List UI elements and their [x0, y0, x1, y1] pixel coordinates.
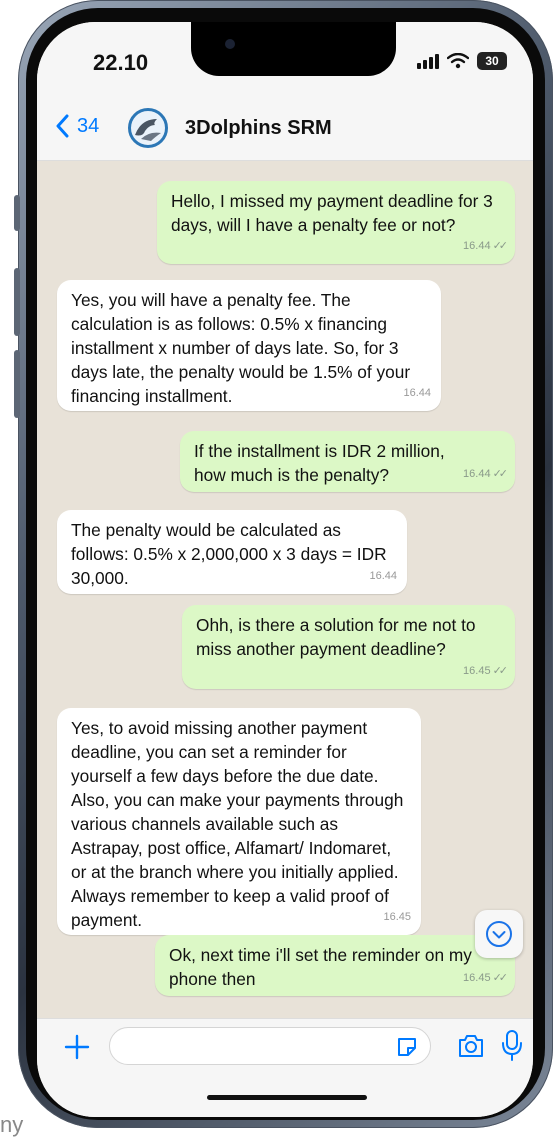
message-time: 16.45	[383, 911, 411, 923]
read-receipt-icon: ✓✓	[492, 468, 509, 480]
message-bubble-incoming[interactable]: Yes, to avoid missing another payment de…	[57, 708, 421, 935]
status-icons: 30	[417, 52, 507, 70]
contact-name[interactable]: 3Dolphins SRM	[185, 117, 332, 140]
dynamic-island	[191, 22, 396, 76]
message-meta: 16.45	[383, 905, 411, 929]
read-receipt-icon: ✓✓	[492, 972, 509, 984]
battery-icon: 30	[477, 52, 507, 70]
message-bubble-incoming[interactable]: Yes, you will have a penalty fee. The ca…	[57, 280, 441, 411]
message-input[interactable]	[109, 1027, 431, 1065]
plus-icon[interactable]	[63, 1033, 91, 1061]
message-input-bar	[37, 1018, 533, 1117]
back-button[interactable]: 34	[55, 114, 99, 138]
message-meta: 16.45 ✓✓	[463, 966, 509, 990]
avatar[interactable]	[128, 108, 168, 148]
chevron-down-circle-icon	[486, 921, 512, 947]
message-meta: 16.44	[369, 564, 397, 588]
message-bubble-outgoing[interactable]: Hello, I missed my payment deadline for …	[157, 181, 515, 264]
volume-down-button	[14, 350, 20, 418]
silent-switch	[14, 195, 20, 231]
chat-area[interactable]: Hello, I missed my payment deadline for …	[37, 161, 533, 1019]
message-text: Hello, I missed my payment deadline for …	[171, 191, 493, 235]
status-time: 22.10	[93, 50, 149, 75]
sticker-icon[interactable]	[395, 1035, 419, 1059]
camera-icon[interactable]	[457, 1033, 485, 1059]
message-text: Yes, you will have a penalty fee. The ca…	[71, 290, 411, 406]
signal-icon	[417, 54, 439, 69]
home-indicator	[207, 1095, 367, 1100]
caption-fragment: ny	[0, 1112, 24, 1137]
read-receipt-icon: ✓✓	[492, 665, 509, 677]
dolphin-logo-icon	[135, 119, 161, 141]
message-time: 16.45	[463, 665, 491, 677]
microphone-icon[interactable]	[502, 1029, 522, 1061]
message-meta: 16.44	[403, 381, 431, 405]
message-bubble-incoming[interactable]: The penalty would be calculated as follo…	[57, 510, 407, 594]
message-meta: 16.44 ✓✓	[463, 234, 509, 258]
unread-count: 34	[77, 114, 100, 137]
message-time: 16.44	[403, 387, 431, 399]
volume-up-button	[14, 268, 20, 336]
message-text: Yes, to avoid missing another payment de…	[71, 718, 404, 930]
phone-screen: 22.10 30 34 3Dolphins SRM Hello, I misse…	[37, 22, 533, 1117]
message-bubble-outgoing[interactable]: If the installment is IDR 2 million, how…	[180, 431, 515, 492]
message-text: The penalty would be calculated as follo…	[71, 520, 387, 588]
message-time: 16.44	[463, 468, 491, 480]
message-bubble-outgoing[interactable]: Ohh, is there a solution for me not to m…	[182, 605, 515, 689]
message-meta: 16.44 ✓✓	[463, 462, 509, 486]
status-bar: 22.10 30	[37, 22, 533, 100]
message-bubble-outgoing[interactable]: Ok, next time i'll set the reminder on m…	[155, 935, 515, 996]
chevron-left-icon	[56, 114, 69, 138]
front-camera-icon	[225, 39, 235, 49]
battery-level: 30	[485, 54, 499, 68]
message-time: 16.44	[463, 240, 491, 252]
wifi-icon	[447, 53, 469, 69]
read-receipt-icon: ✓✓	[492, 240, 509, 252]
message-meta: 16.45 ✓✓	[463, 659, 509, 683]
chat-header: 34 3Dolphins SRM	[37, 100, 533, 161]
scroll-to-bottom-button[interactable]	[475, 910, 523, 958]
message-time: 16.44	[369, 570, 397, 582]
message-text: Ohh, is there a solution for me not to m…	[196, 615, 476, 659]
message-time: 16.45	[463, 972, 491, 984]
message-text: Ok, next time i'll set the reminder on m…	[169, 945, 472, 989]
message-text: If the installment is IDR 2 million, how…	[194, 441, 445, 485]
